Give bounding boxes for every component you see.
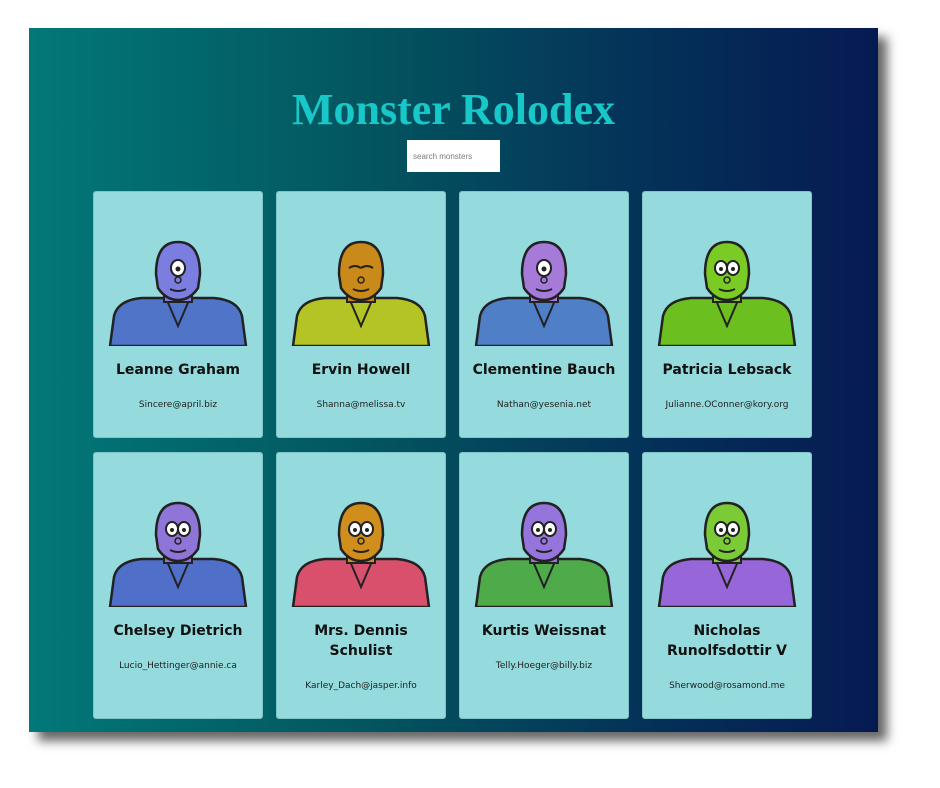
monster-name: Nicholas Runolfsdottir V [667,623,787,659]
monster-name: Clementine Bauch [472,362,616,378]
monster-card[interactable]: Patricia Lebsack Julianne.OConner@kory.or… [642,191,812,438]
monster-email: Nathan@yesenia.net [496,400,592,410]
app-window: Monster Rolodex Leanne Graham Sincere@apr… [29,28,878,732]
monster-avatar [108,501,248,607]
monster-name: Mrs. Dennis Schulist [314,623,408,659]
monster-body [291,296,431,346]
monster-name: Leanne Graham [115,362,240,378]
monster-card[interactable]: Clementine Bauch Nathan@yesenia.net [459,191,629,438]
monster-card[interactable]: Ervin Howell Shanna@melissa.tv [276,191,446,438]
monster-avatar [474,501,614,607]
monster-avatar [474,240,614,346]
monster-name: Chelsey Dietrich [113,623,243,639]
monster-name: Ervin Howell [311,362,411,378]
monster-card[interactable]: Chelsey Dietrich Lucio_Hettinger@annie.ca [93,452,263,719]
card-list: Leanne Graham Sincere@april.biz Ervin How… [93,191,812,719]
monster-body [657,296,797,346]
monster-body [108,296,248,346]
monster-email: Karley_Dach@jasper.info [305,681,417,691]
monster-email: Sherwood@rosamond.me [669,681,785,691]
monster-body [108,557,248,607]
monster-avatar [657,240,797,346]
monster-body [291,557,431,607]
search-input[interactable] [407,140,500,172]
monster-name: Patricia Lebsack [662,362,792,378]
monster-email: Shanna@melissa.tv [316,400,406,410]
monster-email: Telly.Hoeger@billy.biz [495,661,593,671]
page-title: Monster Rolodex [291,85,616,134]
monster-body [657,557,797,607]
monster-body [474,296,614,346]
monster-card[interactable]: Leanne Graham Sincere@april.biz [93,191,263,438]
monster-card[interactable]: Kurtis Weissnat Telly.Hoeger@billy.biz [459,452,629,719]
monster-avatar [291,240,431,346]
monster-email: Sincere@april.biz [138,400,218,410]
monster-email: Julianne.OConner@kory.org [665,400,789,410]
monster-avatar [291,501,431,607]
monster-avatar [657,501,797,607]
monster-body [474,557,614,607]
monster-avatar [108,240,248,346]
monster-email: Lucio_Hettinger@annie.ca [119,661,237,671]
monster-card[interactable]: Nicholas Runolfsdottir V Sherwood@rosamon… [642,452,812,719]
monster-name: Kurtis Weissnat [481,623,607,639]
monster-card[interactable]: Mrs. Dennis Schulist Karley_Dach@jasper.i… [276,452,446,719]
